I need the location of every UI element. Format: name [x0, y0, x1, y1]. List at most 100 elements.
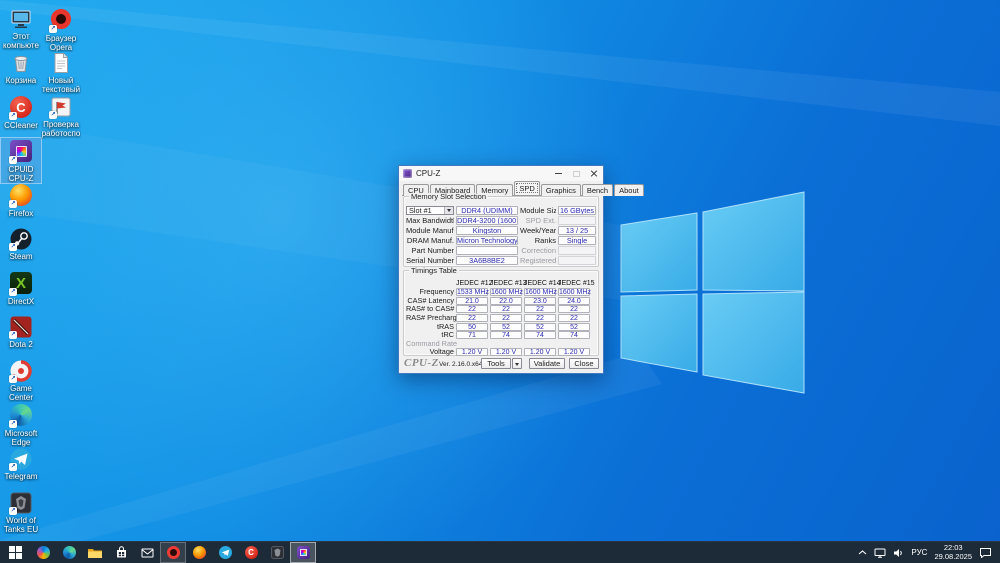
desktop-icon-label: CCleaner [4, 122, 38, 130]
correction-field [558, 246, 596, 255]
firefox-icon [192, 546, 206, 559]
mail-icon [141, 548, 153, 558]
validate-button[interactable]: Validate [529, 358, 565, 369]
timing-value: 21.0 [456, 296, 488, 305]
desktop-icon-world-of-tanks[interactable]: World of Tanks EU [1, 490, 41, 534]
taskbar: C РУС 22:03 29.08.2025 [0, 541, 1000, 563]
desktop-icon-directx[interactable]: X DirectX [1, 270, 41, 312]
timing-value: 22 [558, 313, 590, 322]
timing-value: 1600 MHz [558, 288, 591, 297]
registered-field [558, 256, 596, 265]
timing-value: 1.20 V [558, 348, 590, 357]
module-size-field: 16 GBytes [558, 206, 596, 215]
ccleaner-icon: C [9, 96, 33, 120]
timing-value: 52 [524, 322, 556, 331]
action-center-icon[interactable] [979, 547, 992, 558]
network-icon[interactable] [874, 548, 886, 558]
timing-value: 22 [524, 305, 556, 314]
desktop-icon-game-center[interactable]: Game Center [1, 358, 41, 402]
taskbar-world-of-tanks-button[interactable] [264, 542, 290, 563]
edge-icon [62, 546, 76, 559]
search-icon [36, 546, 50, 559]
taskbar-store-button[interactable] [108, 542, 134, 563]
telegram-icon [9, 447, 33, 471]
tab-graphics[interactable]: Graphics [540, 184, 581, 196]
part-number-field [456, 246, 518, 255]
desktop-icon-opera[interactable]: Браузер Opera [41, 6, 81, 52]
tools-button[interactable]: Tools [481, 358, 511, 369]
timing-value: 23.0 [524, 296, 556, 305]
timing-value: 52 [558, 322, 590, 331]
start-button[interactable] [0, 542, 30, 563]
desktop-icon-label: CPUID CPU-Z [8, 166, 34, 183]
desktop-icon-label: Этот компьютер [3, 33, 39, 51]
tab-bench[interactable]: Bench [581, 184, 614, 196]
timing-value: 22 [524, 313, 556, 322]
version-text: Ver. 2.16.0.x64 [439, 361, 483, 368]
system-tray: РУС 22:03 29.08.2025 [854, 542, 1000, 563]
taskbar-search-button[interactable] [30, 542, 56, 563]
desktop-icon-recycle-bin[interactable]: Корзина [1, 50, 41, 92]
language-indicator[interactable]: РУС [911, 548, 927, 557]
taskbar-opera-button[interactable] [160, 542, 186, 563]
maximize-button [567, 166, 585, 181]
minimize-button[interactable] [549, 166, 567, 181]
timing-value: 1.20 V [524, 348, 556, 357]
steam-icon [9, 227, 33, 251]
timing-value: 74 [490, 331, 522, 340]
spd-ext-label: SPD Ext. [525, 216, 556, 225]
dram-manuf-field: Micron Technology [456, 236, 518, 245]
dropdown-arrow-icon[interactable] [444, 207, 453, 214]
volume-icon[interactable] [893, 548, 904, 558]
windows-logo [620, 191, 805, 394]
tools-dropdown-button[interactable] [512, 358, 522, 369]
taskbar-ccleaner-button[interactable]: C [238, 542, 264, 563]
desktop-icon-health-check[interactable]: Проверка работоспосо... [41, 94, 81, 139]
taskbar-telegram-button[interactable] [212, 542, 238, 563]
taskbar-cpu-z-button[interactable] [290, 542, 316, 563]
world-of-tanks-icon [270, 546, 284, 559]
timing-value: 1600 MHz [524, 288, 557, 297]
recycle-bin-icon [9, 51, 33, 75]
desktop-icon-label: Dota 2 [9, 341, 33, 349]
desktop-icon-microsoft-edge[interactable]: Microsoft Edge [1, 402, 41, 447]
close-window-button[interactable] [585, 166, 603, 181]
timing-value: 71 [456, 331, 488, 340]
timings-row-voltage: Voltage 1.20 V 1.20 V 1.20 V 1.20 V [406, 348, 596, 357]
timings-row-tras: tRAS 50 52 52 52 [406, 322, 596, 331]
taskbar-edge-button[interactable] [56, 542, 82, 563]
desktop-icon-firefox[interactable]: Firefox [1, 182, 41, 224]
taskbar-mail-button[interactable] [134, 542, 160, 563]
desktop-icon-dota-2[interactable]: Dota 2 [1, 314, 41, 356]
correction-label: Correction [521, 246, 556, 255]
desktop-icon-steam[interactable]: Steam [1, 226, 41, 268]
timings-column-header: JEDEC #12 [456, 279, 493, 287]
close-button[interactable]: Close [569, 358, 599, 369]
ccleaner-icon: C [244, 546, 258, 559]
timing-value: 74 [524, 331, 556, 340]
tab-spd[interactable]: SPD [514, 181, 540, 195]
timings-column-header: JEDEC #14 [524, 279, 561, 287]
cpuz-titlebar[interactable]: CPU-Z [399, 166, 603, 181]
module-type-field: DDR4 (UDIMM) [456, 206, 518, 215]
tab-about[interactable]: About [614, 184, 644, 196]
taskbar-firefox-button[interactable] [186, 542, 212, 563]
health-check-icon [49, 95, 73, 119]
timing-value: 22 [558, 305, 590, 314]
module-manuf-label: Module Manuf. [406, 226, 454, 235]
desktop-icon-cpu-z[interactable]: CPUID CPU-Z [0, 137, 42, 184]
max-bandwidth-label: Max Bandwidth [406, 216, 454, 225]
module-manuf-field: Kingston [456, 226, 518, 235]
desktop-icon-new-text-document[interactable]: Новый текстовый... [41, 50, 81, 95]
show-hidden-icons-chevron[interactable] [858, 550, 867, 555]
taskbar-file-explorer-button[interactable] [82, 542, 108, 563]
cpuz-window: CPU-Z CPU Mainboard Memory SPD Graphics … [398, 165, 644, 374]
clock[interactable]: 22:03 29.08.2025 [934, 543, 972, 561]
opera-icon [166, 546, 180, 559]
slot-selector-dropdown[interactable]: Slot #1 [406, 206, 454, 215]
desktop-icon-ccleaner[interactable]: C CCleaner [1, 94, 41, 136]
desktop-icon-this-pc[interactable]: Этот компьютер [1, 6, 41, 51]
firefox-icon [9, 184, 33, 208]
dram-manuf-label: DRAM Manuf. [406, 236, 454, 245]
desktop-icon-telegram[interactable]: Telegram [1, 446, 41, 488]
